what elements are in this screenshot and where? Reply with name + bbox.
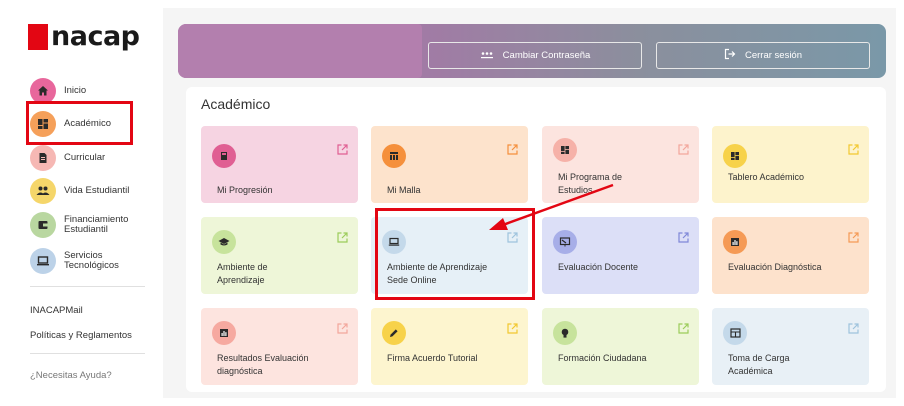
card-label: Firma Acuerdo Tutorial <box>387 353 478 363</box>
book-icon <box>212 144 236 168</box>
help-link[interactable]: ¿Necesitas Ayuda? <box>30 370 112 381</box>
logout-icon <box>724 48 736 63</box>
sidebar-item-vida-estudiantil[interactable]: Vida Estudiantil <box>30 177 129 205</box>
logo-text: nacap <box>51 21 140 52</box>
sidebar-item-label: Servicios Tecnológicos <box>64 250 119 271</box>
presentation-icon <box>553 230 577 254</box>
header-user-area <box>178 24 422 78</box>
external-link-icon[interactable] <box>678 142 689 155</box>
highlight-box-academico <box>26 101 133 145</box>
card-formacion-ciudadana[interactable]: Formación Ciudadana <box>542 308 699 385</box>
card-evaluacion-docente[interactable]: Evaluación Docente <box>542 217 699 294</box>
card-label: Resultados Evaluación diagnóstica <box>217 353 309 376</box>
link-politicas[interactable]: Políticas y Reglamentos <box>30 330 132 341</box>
chart-icon <box>723 230 747 254</box>
card-mi-programa-de-estudios[interactable]: Mi Programa de Estudios <box>542 126 699 203</box>
external-link-icon[interactable] <box>337 230 348 243</box>
highlight-box-sede-online <box>375 208 535 300</box>
password-dots-icon <box>480 50 494 62</box>
external-link-icon[interactable] <box>337 142 348 155</box>
chart-icon <box>212 321 236 345</box>
sidebar-item-label: Inicio <box>64 85 87 96</box>
sidebar-item-label: Vida Estudiantil <box>64 185 130 196</box>
card-label: Formación Ciudadana <box>558 353 647 363</box>
table-icon <box>723 321 747 345</box>
card-label: Evaluación Docente <box>558 262 639 272</box>
external-link-icon[interactable] <box>848 142 859 155</box>
sidebar-item-curricular[interactable]: Curricular <box>30 144 105 172</box>
wallet-icon <box>30 212 56 238</box>
lightbulb-icon <box>553 321 577 345</box>
page-title: Académico <box>201 96 271 112</box>
laptop-icon <box>30 248 56 274</box>
link-inacapmail[interactable]: INACAPMail <box>30 305 83 316</box>
card-evaluacion-diagnostica[interactable]: Evaluación Diagnóstica <box>712 217 869 294</box>
sidebar-divider <box>30 286 145 287</box>
document-icon <box>30 145 56 171</box>
dashboard-icon <box>553 138 577 162</box>
external-link-icon[interactable] <box>848 321 859 334</box>
card-label: Evaluación Diagnóstica <box>728 262 822 272</box>
card-label: Mi Malla <box>387 185 421 195</box>
grid-icon <box>382 144 406 168</box>
logout-label: Cerrar sesión <box>744 50 803 61</box>
card-resultados-evaluacion-diagnostica[interactable]: Resultados Evaluación diagnóstica <box>201 308 358 385</box>
logo-mark <box>28 24 48 50</box>
pen-icon <box>382 321 406 345</box>
card-mi-malla[interactable]: Mi Malla <box>371 126 528 203</box>
card-label: Mi Programa de Estudios <box>558 172 623 195</box>
external-link-icon[interactable] <box>678 321 689 334</box>
card-label: Mi Progresión <box>217 185 273 195</box>
external-link-icon[interactable] <box>507 321 518 334</box>
external-link-icon[interactable] <box>848 230 859 243</box>
change-password-label: Cambiar Contraseña <box>502 50 591 61</box>
external-link-icon[interactable] <box>337 321 348 334</box>
sidebar-item-servicios[interactable]: Servicios Tecnológicos <box>30 247 144 275</box>
card-tablero-academico[interactable]: Tablero Académico <box>712 126 869 203</box>
card-label: Tablero Académico <box>728 172 805 182</box>
people-icon <box>30 178 56 204</box>
card-label: Ambiente de Aprendizaje <box>217 262 268 285</box>
external-link-icon[interactable] <box>507 142 518 155</box>
card-mi-progresion[interactable]: Mi Progresión <box>201 126 358 203</box>
dashboard-icon <box>723 144 747 168</box>
card-firma-acuerdo-tutorial[interactable]: Firma Acuerdo Tutorial <box>371 308 528 385</box>
sidebar-divider <box>30 353 145 354</box>
card-toma-de-carga-academica[interactable]: Toma de Carga Académica <box>712 308 869 385</box>
sidebar-item-label: Curricular <box>64 152 106 163</box>
graduation-cap-icon <box>212 230 236 254</box>
change-password-button[interactable]: Cambiar Contraseña <box>428 42 642 69</box>
inacap-logo[interactable]: nacap <box>28 21 140 52</box>
card-ambiente-de-aprendizaje[interactable]: Ambiente de Aprendizaje <box>201 217 358 294</box>
sidebar-item-financiamiento[interactable]: Financiamiento Estudiantil <box>30 211 144 239</box>
logout-button[interactable]: Cerrar sesión <box>656 42 870 69</box>
external-link-icon[interactable] <box>678 230 689 243</box>
card-label: Toma de Carga Académica <box>728 353 790 376</box>
sidebar-item-label: Financiamiento Estudiantil <box>64 214 129 235</box>
